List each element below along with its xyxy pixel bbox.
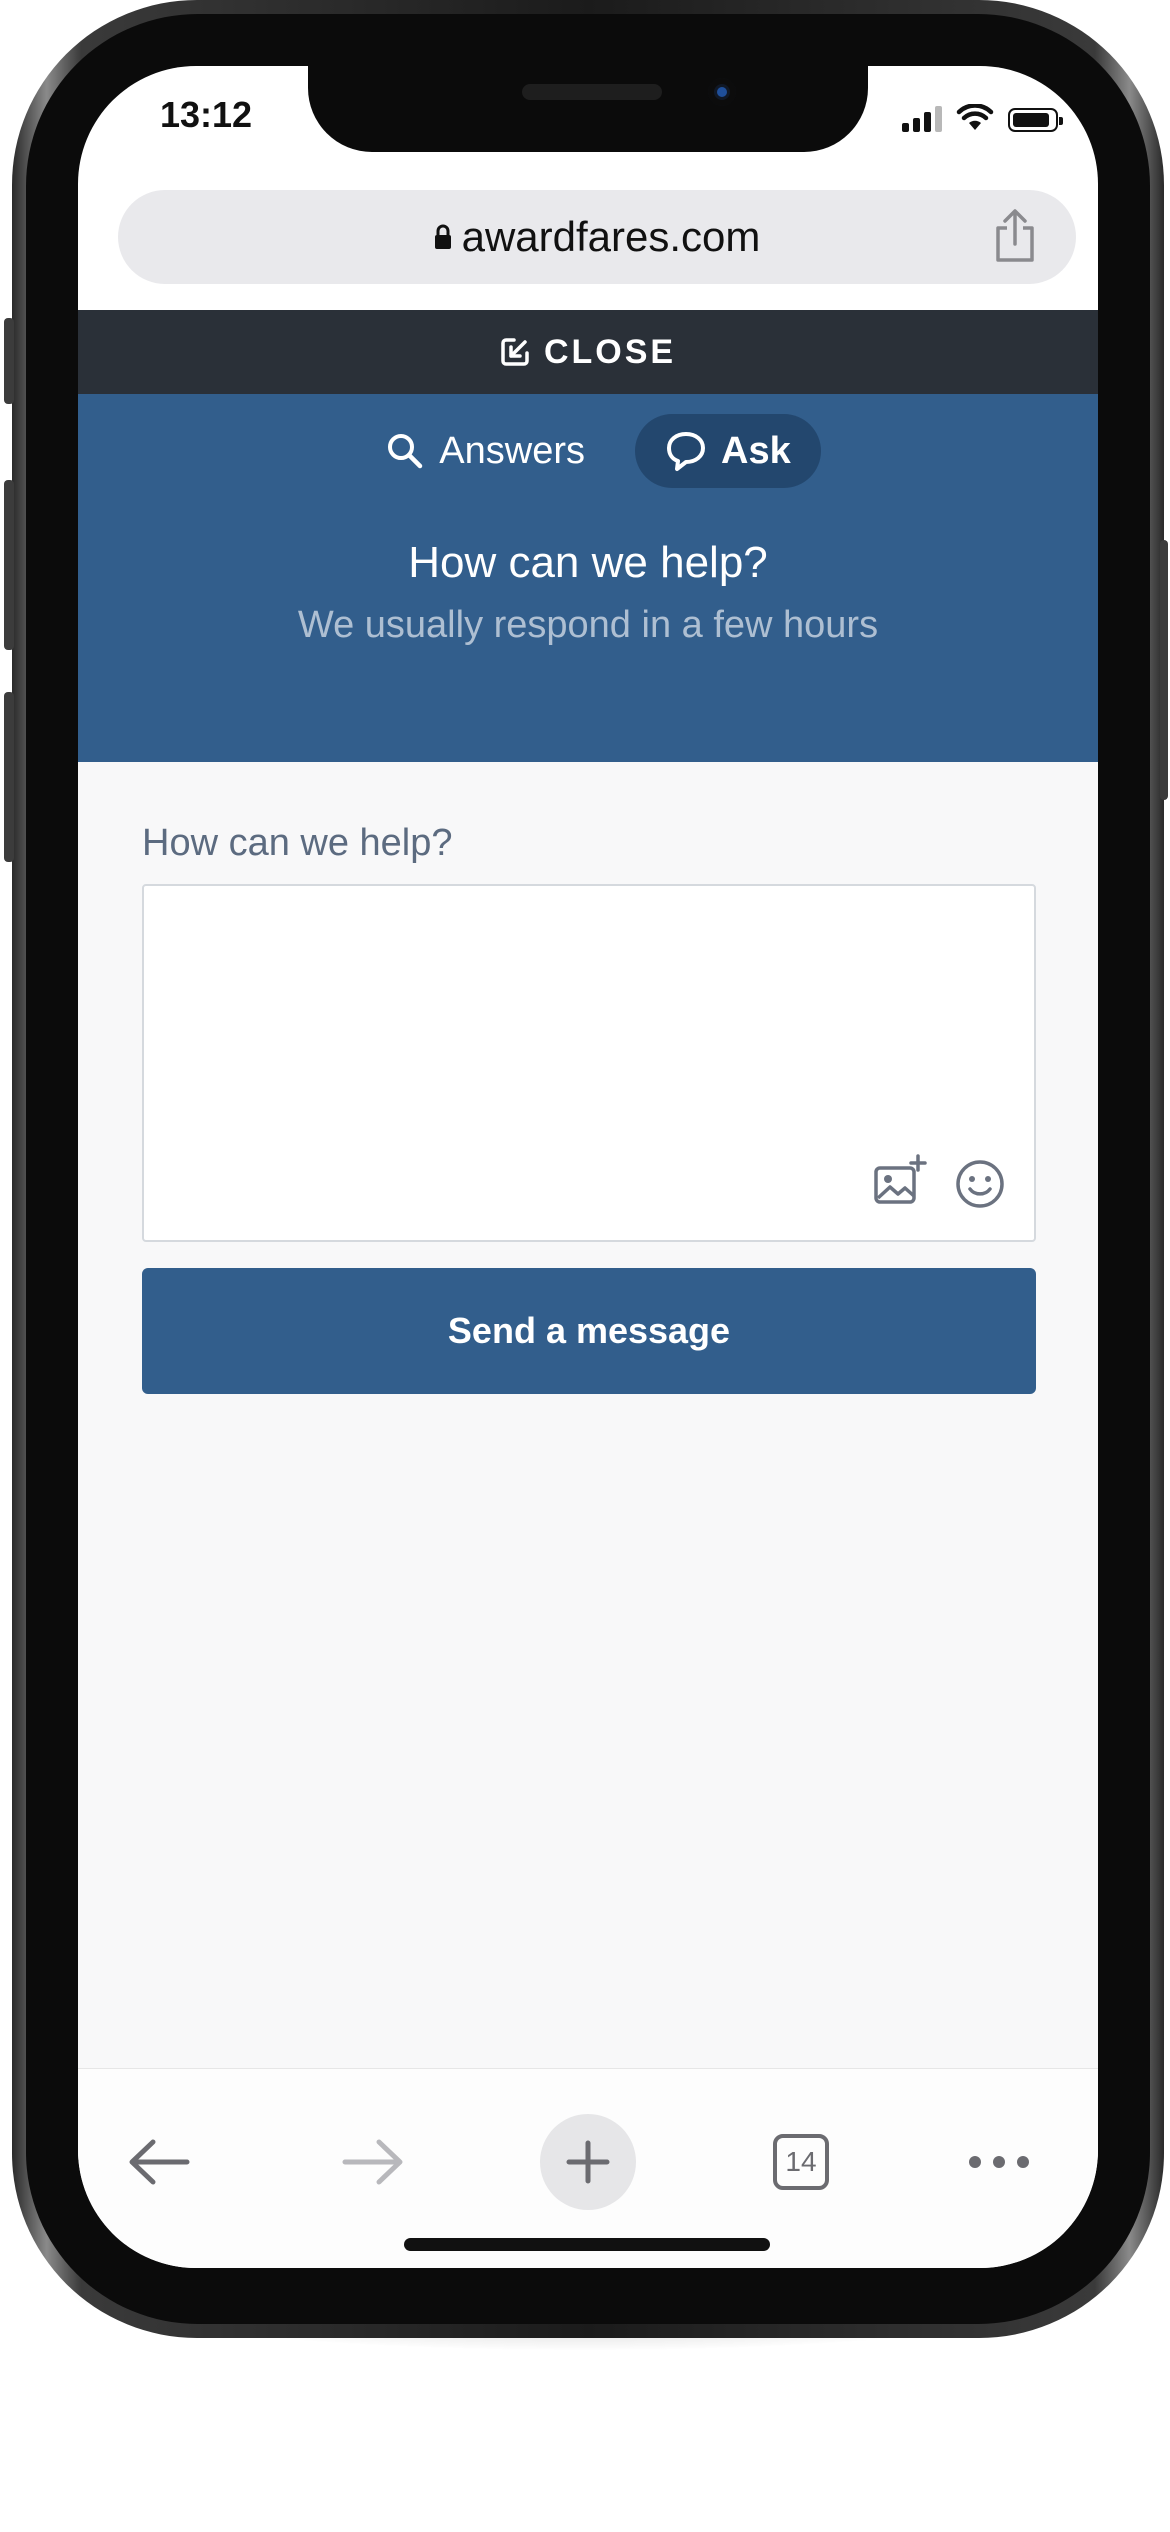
battery-icon — [1008, 108, 1063, 132]
side-button-mute — [4, 318, 14, 404]
add-image-icon[interactable] — [872, 1154, 928, 1210]
tab-answers-label: Answers — [439, 429, 585, 472]
status-icons — [902, 104, 1063, 132]
more-icon — [969, 2156, 1029, 2168]
side-button-volume-down — [4, 692, 14, 862]
side-button-volume-up — [4, 480, 14, 650]
status-time: 13:12 — [160, 94, 253, 135]
header-subtitle: We usually respond in a few hours — [297, 604, 879, 646]
browser-toolbar: 14 — [78, 2068, 1098, 2268]
lock-icon — [434, 224, 451, 249]
close-label: CLOSE — [543, 332, 677, 371]
more-button[interactable] — [944, 2117, 1054, 2207]
tab-bar: Answers Ask — [78, 414, 1098, 488]
message-form: How can we help? Send a message — [78, 762, 1098, 2068]
header-title: How can we help? — [408, 538, 768, 587]
address-bar[interactable]: awardfares.com — [118, 190, 1076, 284]
phone-screen: 13:12 awardfares.com CLOSE Answers Ask H… — [78, 66, 1098, 2268]
forward-arrow-icon — [342, 2139, 403, 2185]
forward-button[interactable] — [318, 2117, 428, 2207]
tab-ask[interactable]: Ask — [635, 414, 821, 488]
notch — [308, 66, 868, 152]
signal-icon — [902, 106, 942, 132]
message-box — [142, 884, 1036, 1242]
message-field-label: How can we help? — [142, 822, 453, 864]
close-bar[interactable]: CLOSE — [78, 310, 1098, 394]
tabs-button[interactable]: 14 — [746, 2117, 856, 2207]
search-icon — [388, 434, 423, 469]
plus-icon — [566, 2140, 610, 2184]
tabs-icon: 14 — [773, 2134, 829, 2190]
url-text: awardfares.com — [461, 213, 761, 260]
front-camera — [708, 78, 736, 106]
wifi-icon — [956, 104, 994, 130]
chat-bubble-icon — [667, 432, 705, 471]
notch-speaker — [522, 84, 662, 100]
close-widget-icon — [501, 338, 529, 366]
emoji-icon[interactable] — [952, 1156, 1008, 1212]
back-button[interactable] — [104, 2117, 214, 2207]
side-button-power — [1160, 540, 1168, 800]
home-indicator[interactable] — [404, 2238, 770, 2251]
new-tab-circle — [540, 2114, 636, 2210]
share-icon[interactable] — [990, 208, 1040, 264]
back-arrow-icon — [129, 2139, 190, 2185]
tab-answers[interactable]: Answers — [355, 414, 615, 488]
new-tab-button[interactable] — [533, 2114, 643, 2210]
widget-header: Answers Ask How can we help? We usually … — [78, 394, 1098, 762]
send-message-button[interactable]: Send a message — [142, 1268, 1036, 1394]
tab-ask-label: Ask — [721, 429, 791, 472]
